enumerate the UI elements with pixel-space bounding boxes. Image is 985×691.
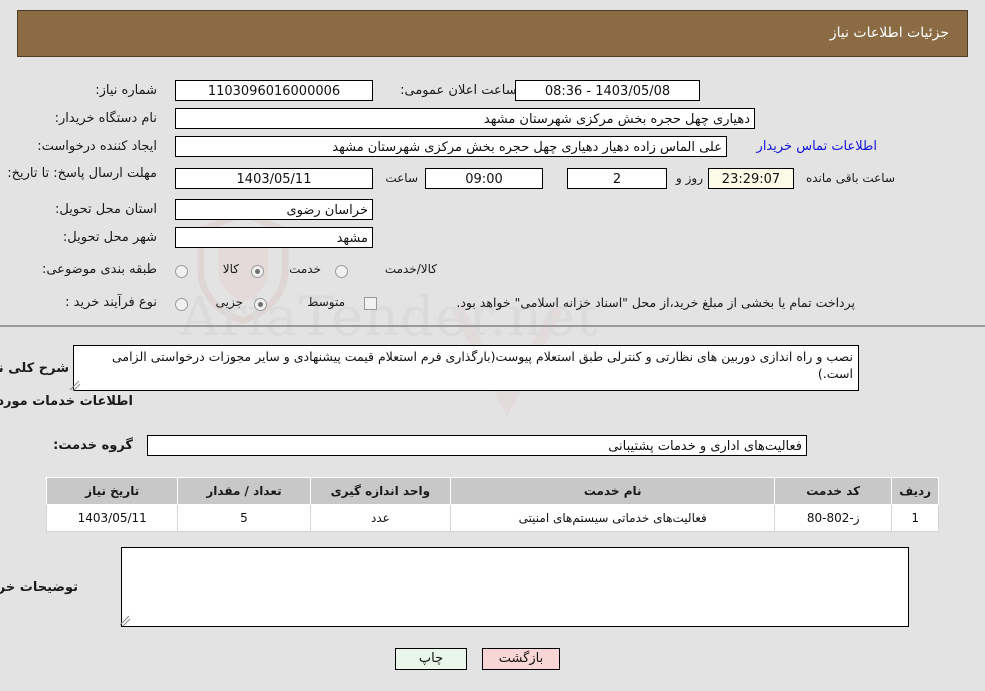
th-qty: تعداد / مقدار bbox=[177, 477, 311, 505]
treasury-bonds-checkbox[interactable] bbox=[364, 297, 377, 310]
shield-icon bbox=[197, 209, 289, 325]
treasury-bonds-note: پرداخت تمام یا بخشی از مبلغ خرید،از محل … bbox=[456, 295, 855, 310]
requester-value: علی الماس زاده دهیار دهیاری چهل حجره بخش… bbox=[175, 136, 727, 157]
buyer-notes-label: توضیحات خریدار: bbox=[0, 580, 78, 595]
radio-process-motavaset-label: متوسط bbox=[307, 295, 345, 309]
radio-process-motavaset[interactable] bbox=[254, 298, 267, 311]
cell-qty: 5 bbox=[177, 504, 311, 532]
description-textarea[interactable]: نصب و راه اندازی دوربین های نظارتی و کنت… bbox=[73, 345, 859, 391]
buyer-contact-link[interactable]: اطلاعات تماس خریدار bbox=[757, 139, 877, 154]
days-and-label: روز و bbox=[676, 171, 703, 185]
back-button[interactable]: بازگشت bbox=[482, 648, 560, 670]
need-number-label: شماره نیاز: bbox=[95, 83, 157, 98]
deadline-date-value: 1403/05/11 bbox=[175, 168, 373, 189]
radio-category-khedmat[interactable] bbox=[251, 265, 264, 278]
th-row: ردیف bbox=[891, 477, 939, 505]
province-label: استان محل تحویل: bbox=[55, 202, 157, 217]
deadline-time-label: ساعت bbox=[385, 171, 418, 185]
description-label: شرح کلی نیاز: bbox=[0, 361, 69, 376]
radio-category-kala-label: کالا bbox=[222, 262, 239, 276]
page-root: AriaTender.net جزئیات اطلاعات نیاز شماره… bbox=[0, 0, 985, 691]
service-group-label: گروه خدمت: bbox=[53, 438, 133, 453]
province-value: خراسان رضوی bbox=[175, 199, 373, 220]
cell-date: 1403/05/11 bbox=[45, 504, 179, 532]
watermark: AriaTender.net bbox=[0, 180, 985, 440]
buyer-org-value: دهیاری چهل حجره بخش مرکزی شهرستان مشهد bbox=[175, 108, 755, 129]
services-heading: اطلاعات خدمات مورد نیاز bbox=[0, 394, 133, 409]
th-code: کد خدمت bbox=[774, 477, 893, 505]
city-label: شهر محل تحویل: bbox=[62, 230, 157, 245]
services-table: ردیف کد خدمت نام خدمت واحد اندازه گیری ت… bbox=[45, 477, 939, 532]
cell-code: ز-802-80 bbox=[774, 504, 893, 532]
radio-process-jozii-label: جزیی bbox=[215, 295, 243, 309]
section-divider-top bbox=[0, 325, 985, 327]
radio-category-kala[interactable] bbox=[175, 265, 188, 278]
page-title-bar: جزئیات اطلاعات نیاز bbox=[17, 10, 968, 57]
public-announce-value: 08:36 - 1403/05/08 bbox=[515, 80, 700, 101]
buyer-org-label: نام دستگاه خریدار: bbox=[54, 111, 157, 126]
radio-category-kala-khedmat[interactable] bbox=[335, 265, 348, 278]
th-unit: واحد اندازه گیری bbox=[309, 477, 452, 505]
cell-unit: عدد bbox=[309, 504, 452, 532]
th-name: نام خدمت bbox=[450, 477, 776, 505]
hours-left-value: 23:29:07 bbox=[708, 168, 794, 189]
deadline-time-value: 09:00 bbox=[425, 168, 543, 189]
radio-category-khedmat-label: خدمت bbox=[289, 262, 321, 276]
need-number-value: 1103096016000006 bbox=[175, 80, 373, 101]
print-button[interactable]: چاپ bbox=[395, 648, 467, 670]
requester-label: ایجاد کننده درخواست: bbox=[37, 139, 157, 154]
cell-row: 1 bbox=[891, 504, 939, 532]
radio-category-kala-khedmat-label: کالا/خدمت bbox=[384, 262, 437, 276]
process-label: نوع فرآیند خرید : bbox=[65, 295, 157, 310]
category-label: طبقه بندی موضوعی: bbox=[41, 262, 157, 277]
radio-process-jozii[interactable] bbox=[175, 298, 188, 311]
service-group-value: فعالیت‌های اداری و خدمات پشتیبانی bbox=[147, 435, 807, 456]
cell-name: فعالیت‌های خدماتی سیستم‌های امنیتی bbox=[450, 504, 776, 532]
deadline-label: مهلت ارسال پاسخ: تا تاریخ: bbox=[7, 166, 157, 181]
page-title: جزئیات اطلاعات نیاز bbox=[829, 25, 949, 41]
days-left-value: 2 bbox=[567, 168, 667, 189]
table-header-row: ردیف کد خدمت نام خدمت واحد اندازه گیری ت… bbox=[45, 477, 939, 505]
table-row: 1 ز-802-80 فعالیت‌های خدماتی سیستم‌های ا… bbox=[45, 504, 939, 532]
city-value: مشهد bbox=[175, 227, 373, 248]
hours-left-label: ساعت باقی مانده bbox=[805, 171, 895, 185]
buyer-notes-textarea[interactable] bbox=[121, 547, 909, 627]
th-date: تاریخ نیاز bbox=[45, 477, 179, 505]
